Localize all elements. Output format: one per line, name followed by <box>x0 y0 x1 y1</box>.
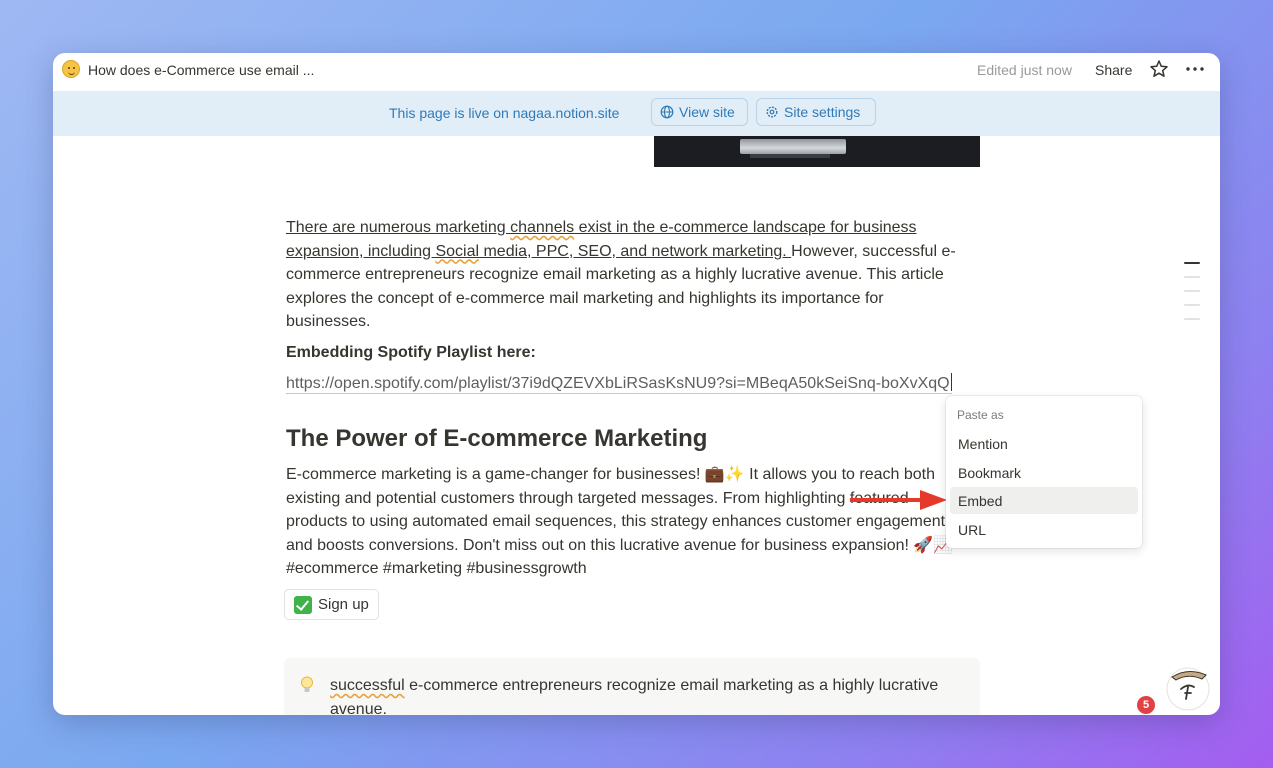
topbar: How does e-Commerce use email ... Edited… <box>53 53 1220 91</box>
edited-status: Edited just now <box>977 62 1072 78</box>
menu-item-url[interactable]: URL <box>950 516 1138 543</box>
paste-as-header: Paste as <box>957 408 1004 422</box>
paste-as-menu: Paste as Mention Bookmark Embed URL <box>946 396 1142 548</box>
banner-text: This page is live on nagaa.notion.site <box>389 105 620 121</box>
sign-up-button[interactable]: Sign up <box>284 589 379 620</box>
section-heading: The Power of E-commerce Marketing <box>286 425 708 452</box>
laptop-image <box>654 136 980 167</box>
menu-item-bookmark[interactable]: Bookmark <box>950 459 1138 486</box>
page-title[interactable]: How does e-Commerce use email ... <box>88 62 314 78</box>
gear-icon <box>766 106 778 118</box>
pasted-url[interactable]: https://open.spotify.com/playlist/37i9dQ… <box>286 373 952 394</box>
table-of-contents-rail[interactable] <box>1184 262 1200 332</box>
body-paragraph[interactable]: E-commerce marketing is a game-changer f… <box>286 463 966 581</box>
menu-item-embed[interactable]: Embed <box>950 487 1138 514</box>
check-icon <box>294 595 312 614</box>
intro-paragraph[interactable]: There are numerous marketing channels ex… <box>286 216 961 334</box>
help-avatar[interactable] <box>1164 663 1212 711</box>
site-settings-label: Site settings <box>784 104 861 120</box>
share-button[interactable]: Share <box>1095 62 1132 78</box>
sign-up-label: Sign up <box>318 596 369 613</box>
site-settings-button[interactable]: Site settings <box>756 98 876 126</box>
notification-badge: 5 <box>1137 696 1155 714</box>
notion-window: How does e-Commerce use email ... Edited… <box>53 53 1220 715</box>
arrow-icon <box>850 490 947 510</box>
toc-line[interactable] <box>1184 290 1200 292</box>
page-emoji-icon[interactable] <box>62 60 80 78</box>
embed-heading: Embedding Spotify Playlist here: <box>286 344 536 361</box>
toc-line[interactable] <box>1184 276 1200 278</box>
toc-line-active[interactable] <box>1184 262 1200 264</box>
view-site-label: View site <box>679 104 735 120</box>
toc-line[interactable] <box>1184 304 1200 306</box>
star-icon[interactable] <box>1149 59 1169 79</box>
callout-text: successful e-commerce entrepreneurs reco… <box>330 677 939 715</box>
callout-block[interactable]: successful e-commerce entrepreneurs reco… <box>284 658 980 715</box>
globe-icon <box>660 105 674 119</box>
live-site-banner: This page is live on nagaa.notion.site V… <box>53 91 1220 136</box>
bulb-icon <box>301 676 313 692</box>
more-icon[interactable] <box>1184 59 1206 79</box>
view-site-button[interactable]: View site <box>651 98 748 126</box>
toc-line[interactable] <box>1184 318 1200 320</box>
menu-item-mention[interactable]: Mention <box>950 430 1138 457</box>
